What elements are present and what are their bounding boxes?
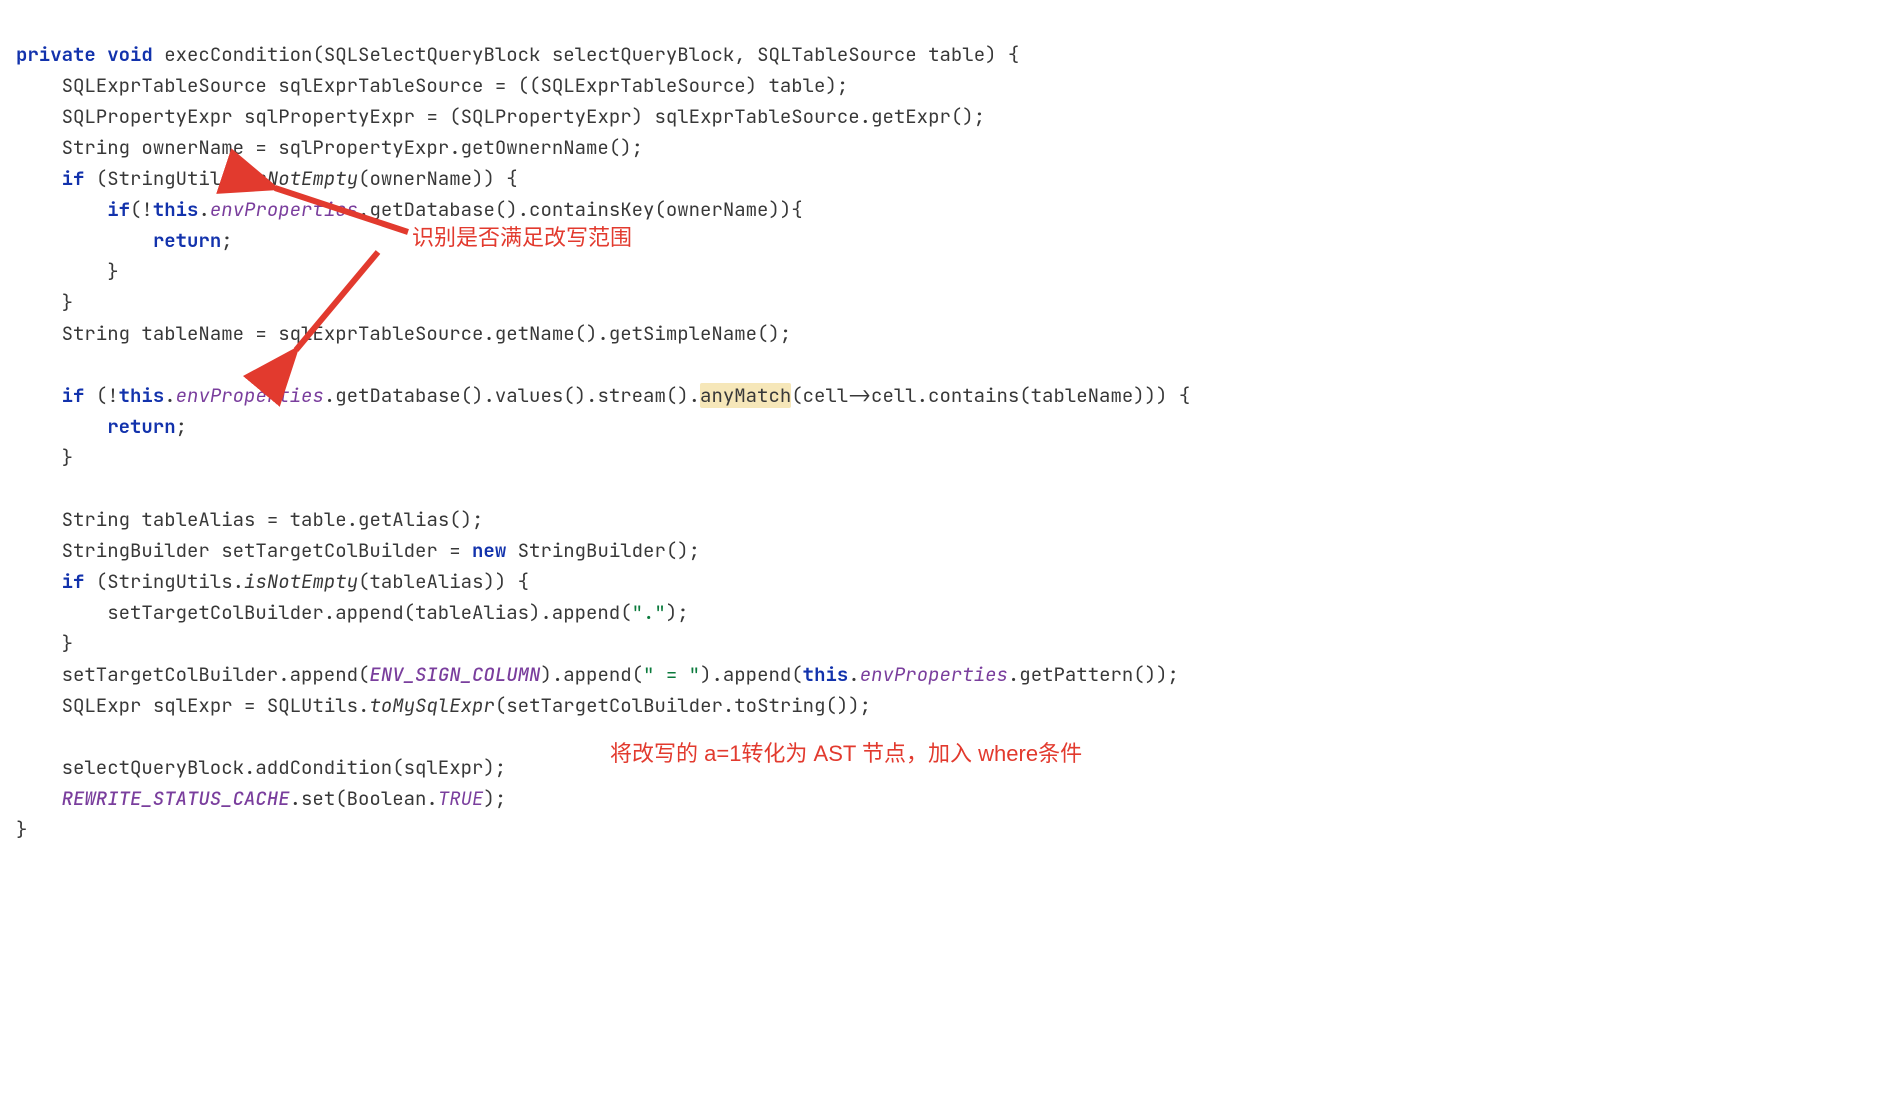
code-block: private void execCondition(SQLSelectQuer… <box>16 8 1874 845</box>
code-line: setTargetColBuilder.append(ENV_SIGN_COLU… <box>16 662 1179 687</box>
code-line: } <box>16 259 119 284</box>
code-line: setTargetColBuilder.append(tableAlias).a… <box>16 600 689 625</box>
code-line: String ownerName = sqlPropertyExpr.getOw… <box>16 135 643 160</box>
code-line: return; <box>16 228 233 253</box>
code-line: String tableName = sqlExprTableSource.ge… <box>16 321 791 346</box>
code-line: } <box>16 631 73 656</box>
code-line: if(!this.envProperties.getDatabase().con… <box>16 197 803 222</box>
code-line: private void execCondition(SQLSelectQuer… <box>16 42 1019 67</box>
code-line: SQLExprTableSource sqlExprTableSource = … <box>16 73 848 98</box>
code-line: if (StringUtils.isNotEmpty(ownerName)) { <box>16 166 518 191</box>
code-line: SQLExpr sqlExpr = SQLUtils.toMySqlExpr(s… <box>16 693 871 718</box>
code-line: if (!this.envProperties.getDatabase().va… <box>16 383 1190 408</box>
code-line: StringBuilder setTargetColBuilder = new … <box>16 538 700 563</box>
code-line: } <box>16 445 73 470</box>
code-line: SQLPropertyExpr sqlPropertyExpr = (SQLPr… <box>16 104 985 129</box>
code-line: selectQueryBlock.addCondition(sqlExpr); <box>16 755 506 780</box>
code-line: if (StringUtils.isNotEmpty(tableAlias)) … <box>16 569 529 594</box>
code-line: } <box>16 290 73 315</box>
code-line: REWRITE_STATUS_CACHE.set(Boolean.TRUE); <box>16 786 506 811</box>
code-line: return; <box>16 414 187 439</box>
code-line: } <box>16 817 27 842</box>
code-line: String tableAlias = table.getAlias(); <box>16 507 483 532</box>
